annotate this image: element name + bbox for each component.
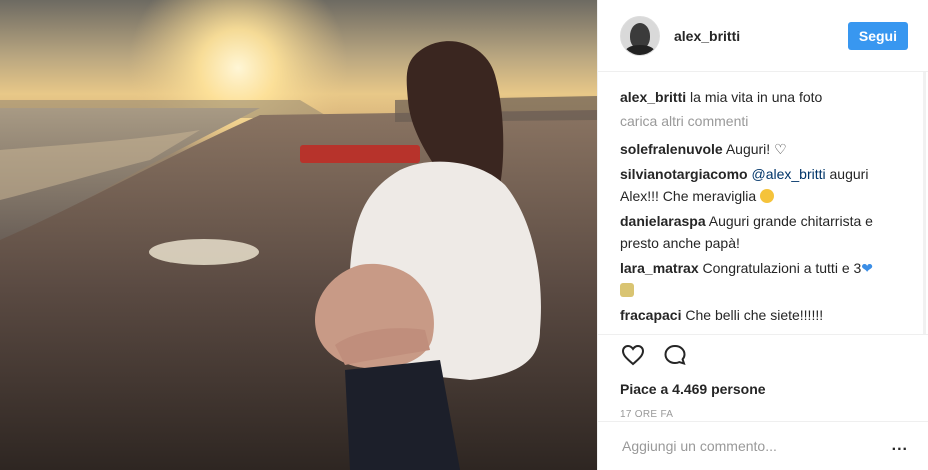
avatar-body-icon — [625, 44, 655, 55]
likes-count[interactable]: Piace a 4.469 persone — [598, 379, 928, 399]
load-more-comments-link[interactable]: carica altri commenti — [620, 111, 908, 131]
post-header: alex_britti Segui — [598, 0, 928, 72]
more-options-button[interactable]: ... — [892, 437, 908, 455]
follow-button[interactable]: Segui — [847, 21, 908, 50]
grinning-face-icon — [760, 189, 775, 203]
comment-username[interactable]: giusy07gm — [620, 332, 693, 334]
post-photo[interactable] — [0, 0, 597, 470]
comment-username[interactable]: solefralenuvole — [620, 141, 723, 157]
comment-username[interactable]: silvianotargiacomo — [620, 166, 748, 182]
comment-item: solefralenuvole Auguri! ♡ — [620, 138, 908, 160]
comment-mention-link[interactable]: @alex_britti — [751, 166, 825, 182]
comments-section: alex_britti la mia vita in una foto cari… — [598, 72, 928, 334]
comments-scrollbar[interactable] — [923, 72, 926, 334]
beach-sunset-photo — [0, 0, 597, 470]
heart-icon[interactable] — [620, 342, 646, 368]
blue-heart-icon: ❤ — [861, 260, 874, 276]
comment-item: lara_matrax Congratulazioni a tutti e 3❤ — [620, 257, 908, 301]
instagram-post: alex_britti Segui alex_britti la mia vit… — [0, 0, 928, 470]
caption: alex_britti la mia vita in una foto — [620, 86, 908, 108]
post-sidebar: alex_britti Segui alex_britti la mia vit… — [597, 0, 928, 470]
avatar[interactable] — [620, 15, 660, 56]
comment-item: danielaraspa Auguri grande chitarrista e… — [620, 210, 908, 254]
comment-text: Che belli che siete!!!!!! — [685, 307, 824, 323]
caption-username[interactable]: alex_britti — [620, 89, 686, 105]
comment-icon[interactable] — [662, 342, 688, 368]
header-username[interactable]: alex_britti — [674, 28, 848, 44]
pink-hearts-icon: ❤❤❤ — [697, 332, 728, 334]
add-comment-bar: ... — [598, 421, 928, 470]
comment-username[interactable]: fracapaci — [620, 307, 681, 323]
comment-item: giusy07gm ❤❤❤ — [620, 329, 908, 334]
comment-text: Congratulazioni a tutti e 3 — [702, 260, 862, 276]
comment-username[interactable]: lara_matrax — [620, 260, 699, 276]
comment-text: Auguri! ♡ — [725, 141, 787, 157]
action-bar — [598, 334, 928, 375]
comment-item: silvianotargiacomo @alex_britti auguri A… — [620, 163, 908, 207]
caption-text: la mia vita in una foto — [690, 89, 823, 105]
post-timestamp[interactable]: 17 ORE FA — [598, 409, 928, 420]
comment-input[interactable] — [620, 437, 892, 455]
baby-chick-icon — [620, 283, 634, 297]
comment-username[interactable]: danielaraspa — [620, 213, 706, 229]
comment-item: fracapaci Che belli che siete!!!!!! — [620, 304, 908, 326]
